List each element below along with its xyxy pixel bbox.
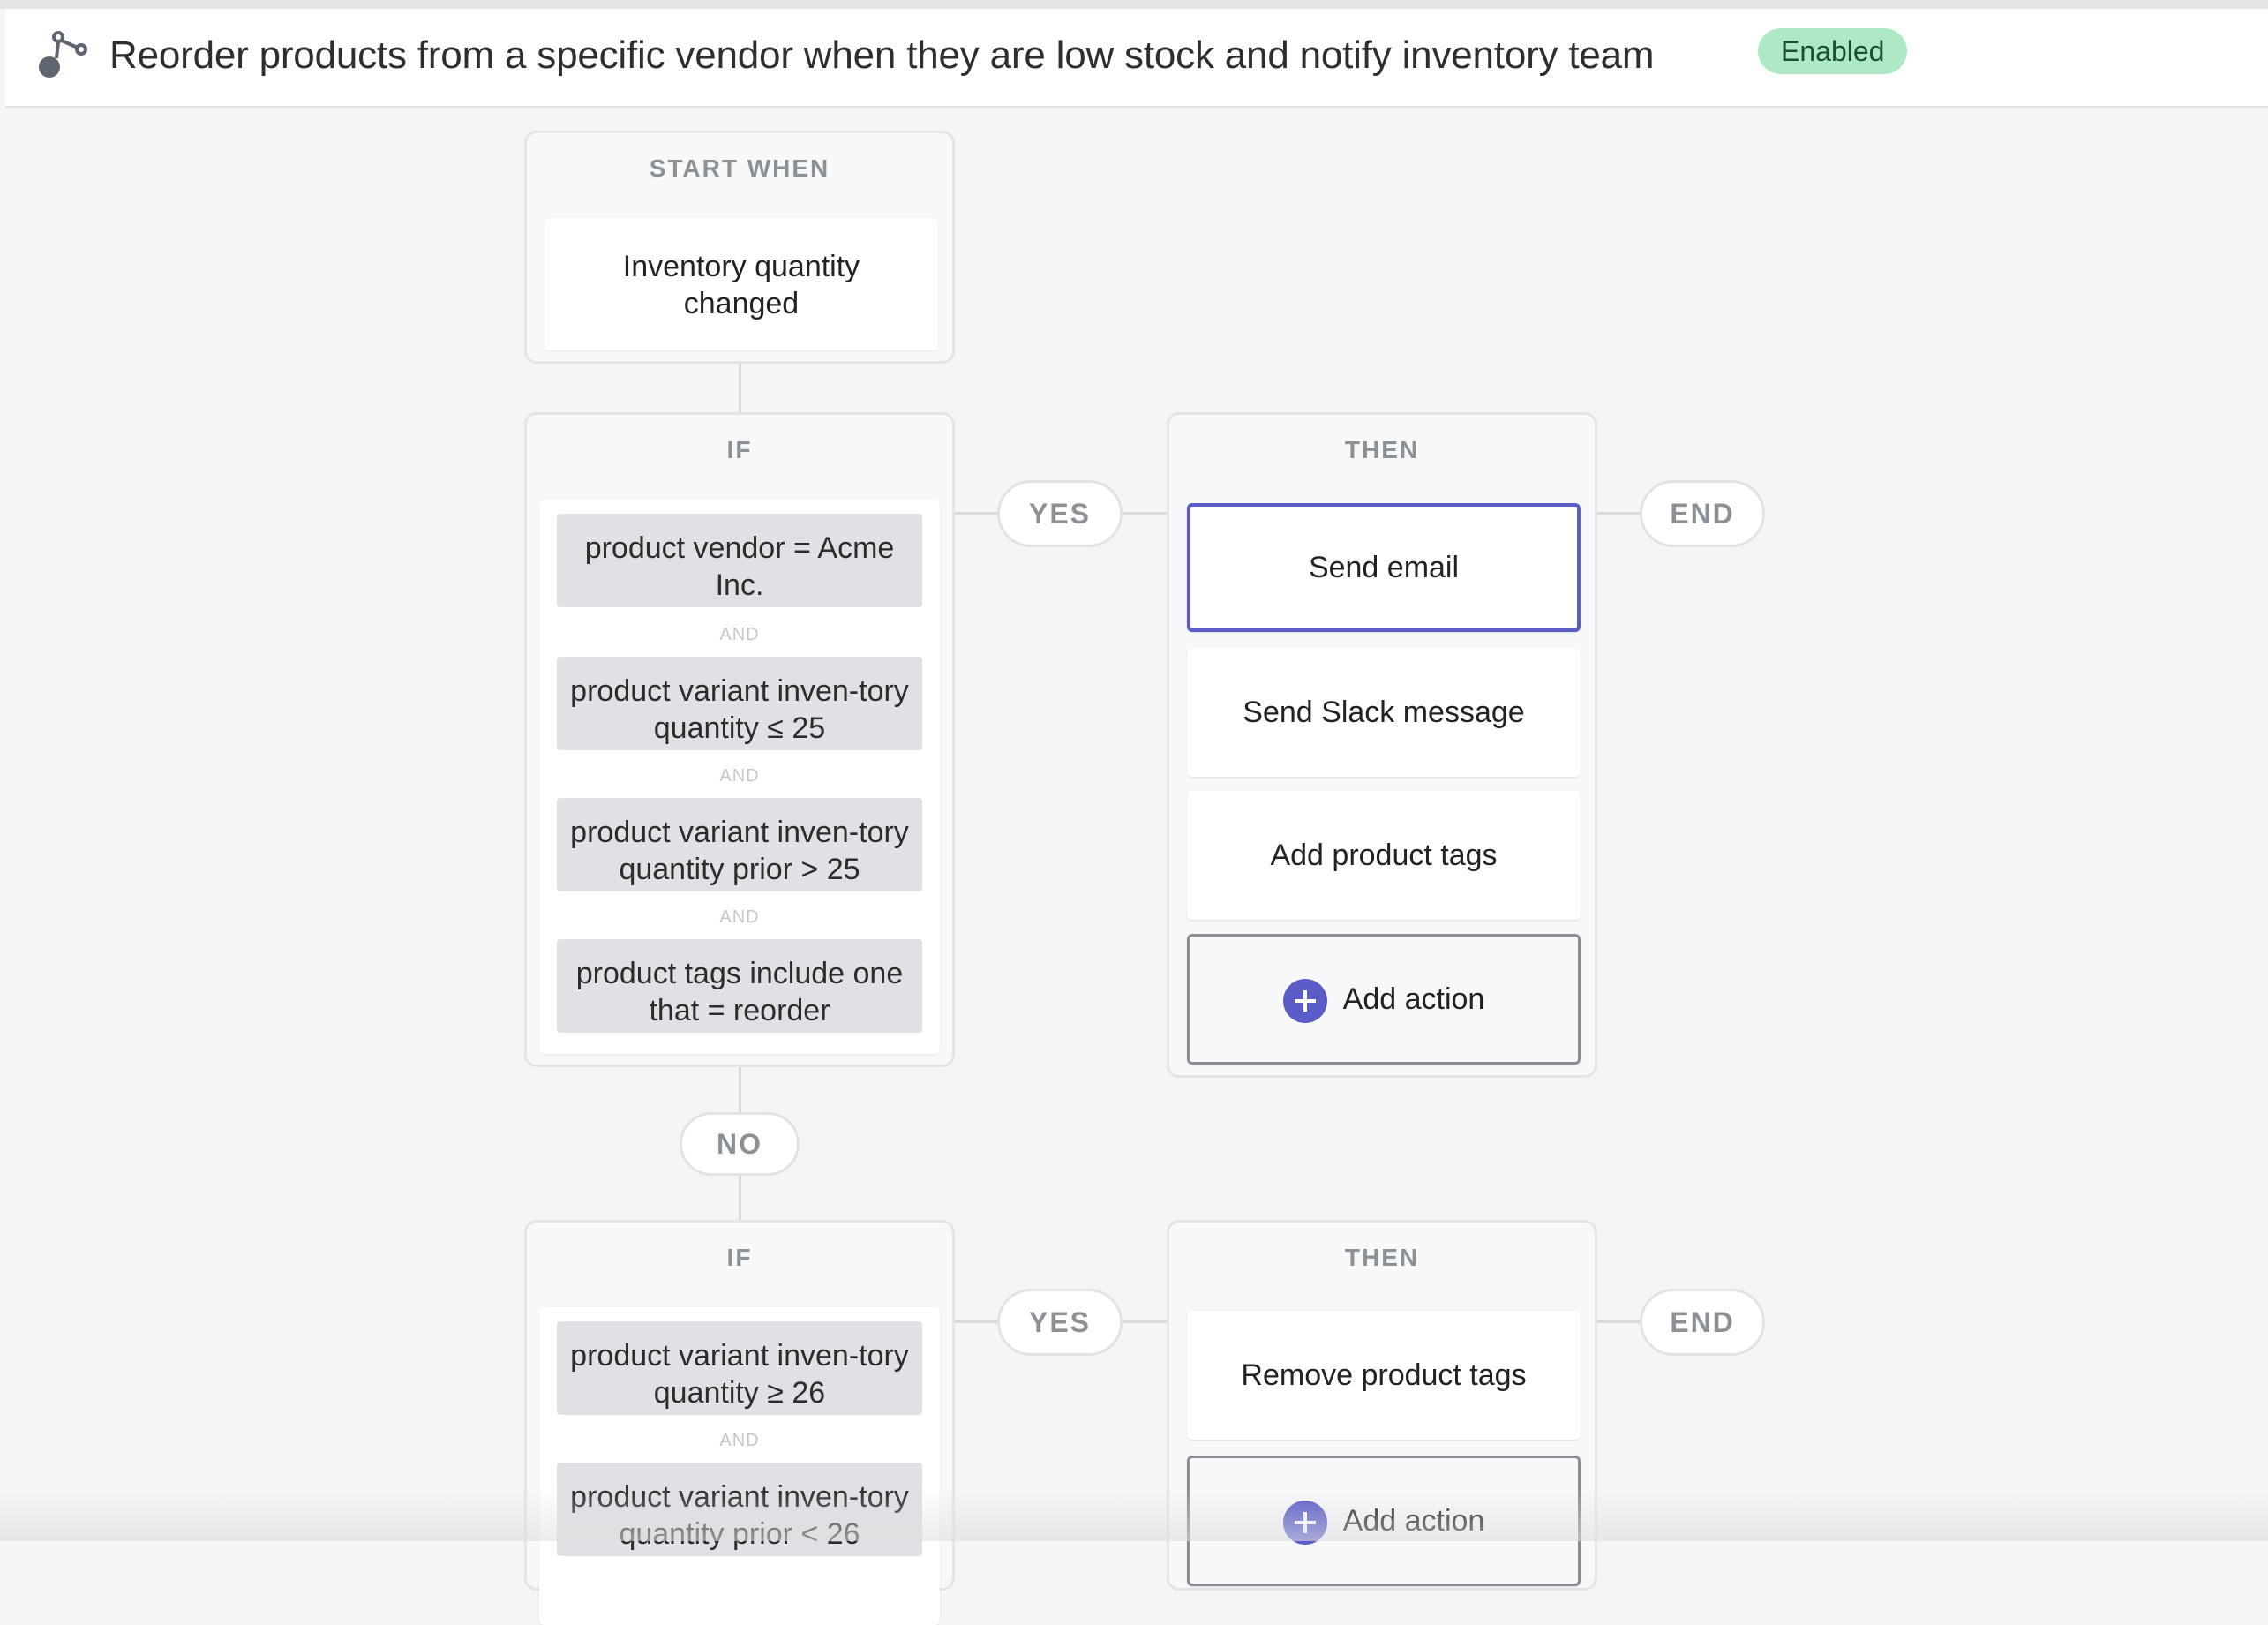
action-send-email[interactable]: Send email [1187,503,1581,632]
and-label: AND [719,1431,760,1450]
action-card-2: THEN Remove product tags Add action [1167,1220,1597,1591]
trigger-heading: START WHEN [649,154,830,182]
action-add-product-tags[interactable]: Add product tags [1187,791,1581,920]
trigger-card: START WHEN Inventory quantity changed [524,131,955,364]
end-pill-1: END [1640,480,1765,547]
trigger-block[interactable]: Inventory quantity changed [544,218,938,350]
action-send-slack-message[interactable]: Send Slack message [1187,648,1581,777]
action-remove-product-tags[interactable]: Remove product tags [1187,1311,1581,1440]
condition-card-2: IF product variant inven-tory quantity ≥… [524,1220,955,1625]
connector-then2-to-end [1596,1320,1641,1323]
condition-quantity-min[interactable]: product variant inven-tory quantity ≥ 26 [557,1321,922,1415]
trigger-text: Inventory quantity changed [622,250,860,320]
connector-if-to-yes [953,512,999,515]
connector-then-to-end [1596,512,1641,515]
page-title: Reorder products from a specific vendor … [109,34,1655,77]
and-label: AND [719,766,760,786]
and-label: AND [719,625,760,644]
no-pill: NO [680,1112,800,1176]
connector-if-to-no [739,1066,741,1114]
plus-icon [1282,1501,1327,1546]
and-label: AND [719,907,760,927]
workflow-header: Reorder products from a specific vendor … [5,9,2268,108]
status-badge: Enabled [1758,28,1908,74]
yes-pill-2: YES [997,1289,1123,1356]
add-action-button[interactable]: Add action [1187,934,1581,1065]
condition-quantity[interactable]: product variant inven-tory quantity ≤ 25 [557,657,922,750]
then-heading-2: THEN [1344,1244,1420,1271]
bottom-fade [0,1488,2268,1541]
plus-icon [1282,979,1327,1024]
connector-if2-to-yes [953,1320,999,1323]
condition-quantity-prior[interactable]: product variant inven-tory quantity prio… [557,798,922,891]
condition-vendor[interactable]: product vendor = Acme Inc. [557,514,922,607]
workflow-icon [39,31,87,78]
then-heading-1: THEN [1344,436,1420,463]
action-card-1: THEN Send email Send Slack message Add p… [1167,412,1597,1078]
if-heading-2: IF [726,1244,753,1271]
yes-pill-1: YES [997,480,1123,547]
if-heading-1: IF [726,436,753,463]
conditions-panel-1: product vendor = Acme Inc. AND product v… [539,500,940,1054]
connector-yes-to-then [1121,512,1167,515]
conditions-panel-2: product variant inven-tory quantity ≥ 26… [539,1307,940,1625]
condition-card-1: IF product vendor = Acme Inc. AND produc… [524,412,955,1067]
add-action-label: Add action [1342,1504,1485,1538]
add-action-button[interactable]: Add action [1187,1456,1581,1586]
connector-start-to-if [739,362,741,417]
add-action-label: Add action [1342,982,1485,1016]
condition-quantity-prior-max[interactable]: product variant inven-tory quantity prio… [557,1463,922,1556]
connector-yes2-to-then [1121,1320,1167,1323]
end-pill-2: END [1640,1289,1765,1356]
condition-tags[interactable]: product tags include one that = reorder [557,939,922,1033]
top-border [0,0,2268,9]
connector-no-to-if [739,1174,741,1220]
